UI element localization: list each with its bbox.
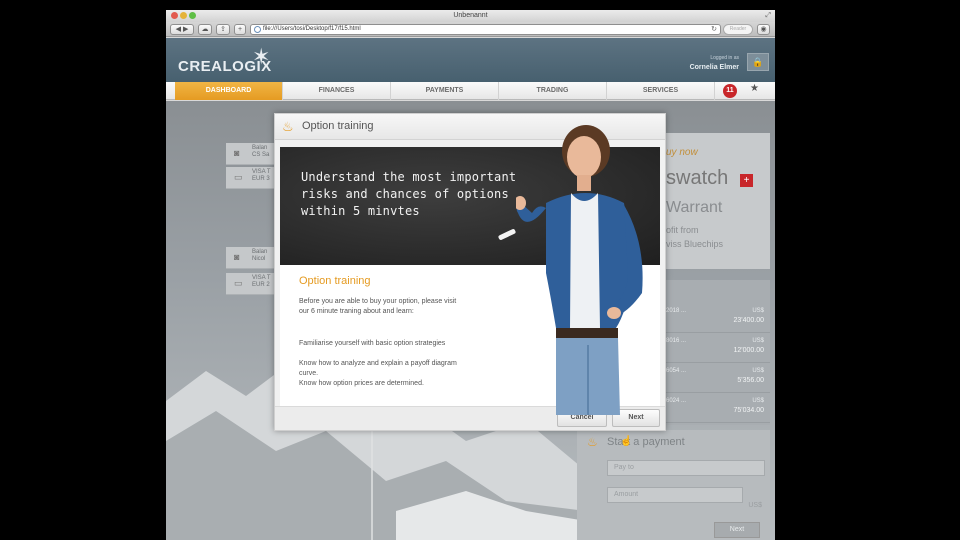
back-forward-buttons[interactable]: ◀ ▶ xyxy=(170,24,194,35)
chalk-icon xyxy=(497,228,517,241)
browser-toolbar: ◀ ▶ ☁ ⇪ + file:///Users/tosi/Desktop/f17… xyxy=(166,22,775,37)
account-item[interactable]: ▭ VISA T EUR 3 xyxy=(226,167,274,189)
credit-card-icon: ▭ xyxy=(234,278,243,288)
user-name: Cornelia Elmer xyxy=(689,64,739,71)
training-goal: Know how to analyze and explain a payoff… xyxy=(299,360,457,377)
transaction-row[interactable]: 6024 ... US$ 75'034.00 xyxy=(666,393,770,423)
payment-next-button[interactable]: Next xyxy=(714,522,760,538)
logout-lock-button[interactable]: 🔒 xyxy=(747,53,769,71)
favorites-star-icon[interactable]: ★ xyxy=(750,83,759,94)
piggy-bank-icon: ◙ xyxy=(234,148,240,158)
main-nav: DASHBOARD FINANCES PAYMENTS TRADING SERV… xyxy=(166,82,775,100)
payment-currency: US$ xyxy=(748,502,762,509)
title-bar: Unbenannt ⤢ xyxy=(166,10,775,22)
nav-trading[interactable]: TRADING xyxy=(499,82,607,100)
training-title: Option training xyxy=(299,275,371,287)
training-goal: Know how option prices are determined. xyxy=(299,380,424,387)
window-title: Unbenannt xyxy=(453,12,488,19)
payment-title: Start a payment xyxy=(607,436,685,448)
maximize-window-button[interactable] xyxy=(189,12,196,19)
downloads-icon[interactable]: ◉ xyxy=(757,24,770,35)
dialog-title: Option training xyxy=(302,120,374,132)
share-icon[interactable]: ⇪ xyxy=(216,24,230,35)
close-window-button[interactable] xyxy=(171,12,178,19)
ad-subline: ofit from xyxy=(666,225,699,235)
address-bar[interactable]: file:///Users/tosi/Desktop/f17/f15.html … xyxy=(250,24,721,35)
account-item[interactable]: ▭ VISA T EUR 2 xyxy=(226,273,274,295)
crealogix-mark-icon: ♨ xyxy=(587,435,598,449)
nav-finances[interactable]: FINANCES xyxy=(283,82,391,100)
chalkboard-text: Understand the most important risks and … xyxy=(301,170,517,218)
payment-panel: ♨ Start a payment Pay to Amount US$ Next xyxy=(577,430,770,540)
reader-button[interactable]: Reader xyxy=(723,24,753,35)
ad-subline: viss Bluechips xyxy=(666,239,724,249)
account-item[interactable]: ◙ Balan CS Sa xyxy=(226,143,274,165)
logged-in-label: Logged in as xyxy=(710,55,739,61)
transaction-row[interactable]: 6054 ... US$ 5'356.00 xyxy=(666,363,770,393)
globe-icon xyxy=(254,26,261,33)
url-text: file:///Users/tosi/Desktop/f17/f15.html xyxy=(263,26,361,32)
minimize-window-button[interactable] xyxy=(180,12,187,19)
account-item[interactable]: ◙ Balan Nicol xyxy=(226,247,274,269)
new-tab-icon[interactable]: + xyxy=(234,24,246,35)
amount-input[interactable]: Amount xyxy=(607,487,743,503)
ad-brand: swatch xyxy=(666,167,729,189)
swatch-ad-panel[interactable]: uy now swatch + Warrant ofit from viss B… xyxy=(666,133,770,269)
app-header: CREALOGIX ✶ Logged in as Cornelia Elmer … xyxy=(166,38,775,82)
mouse-pointer-icon: ☝ xyxy=(620,436,633,447)
swiss-cross-icon: + xyxy=(740,174,753,187)
pay-to-input[interactable]: Pay to xyxy=(607,460,765,476)
nav-services[interactable]: SERVICES xyxy=(607,82,715,100)
nav-payments[interactable]: PAYMENTS xyxy=(391,82,499,100)
icloud-icon[interactable]: ☁ xyxy=(198,24,212,35)
ad-buy-now: uy now xyxy=(666,147,698,158)
browser-window: Unbenannt ⤢ ◀ ▶ ☁ ⇪ + file:///Users/tosi… xyxy=(166,10,775,540)
training-intro: Before you are able to buy your option, … xyxy=(299,298,457,315)
credit-card-icon: ▭ xyxy=(234,172,243,182)
notification-badge[interactable]: 11 xyxy=(723,84,737,98)
reload-icon[interactable]: ↻ xyxy=(711,25,717,34)
transactions-panel: 2018 ... US$ 23'400.00 8016 ... US$ 12'0… xyxy=(666,280,770,425)
screen: Unbenannt ⤢ ◀ ▶ ☁ ⇪ + file:///Users/tosi… xyxy=(0,0,960,540)
trainer-photo xyxy=(516,125,643,415)
training-goal: Familiarise yourself with basic option s… xyxy=(299,340,446,347)
crealogix-mark-icon: ♨ xyxy=(282,119,294,134)
transaction-row[interactable]: 2018 ... US$ 23'400.00 xyxy=(666,303,770,333)
ad-warrant: Warrant xyxy=(666,199,723,216)
piggy-bank-icon: ◙ xyxy=(234,252,240,262)
nav-dashboard[interactable]: DASHBOARD xyxy=(175,82,283,100)
transaction-row[interactable]: 8016 ... US$ 12'000.00 xyxy=(666,333,770,363)
fullscreen-icon[interactable]: ⤢ xyxy=(765,10,771,22)
logo-star-icon: ✶ xyxy=(252,44,271,69)
